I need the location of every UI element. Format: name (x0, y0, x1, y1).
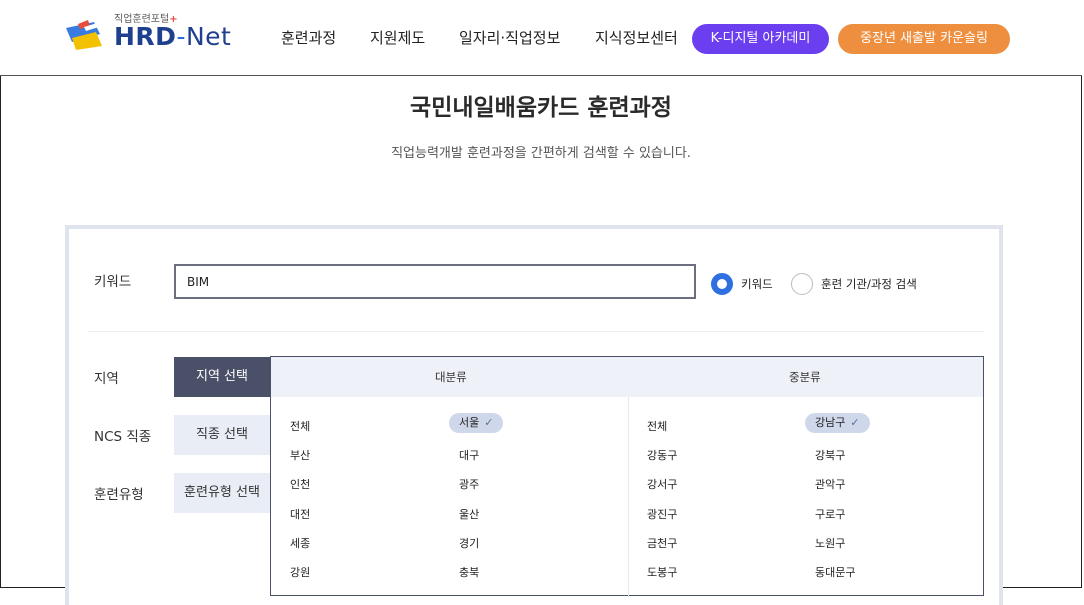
district-option[interactable]: 광진구 (647, 506, 677, 522)
district-option-selected[interactable]: 강남구 ✓ (805, 413, 870, 433)
major-category-header: 대분류 (435, 370, 467, 384)
minor-category-header: 중분류 (789, 370, 821, 384)
district-option[interactable]: 도봉구 (647, 564, 677, 580)
region-option[interactable]: 충북 (459, 564, 479, 580)
region-option[interactable]: 세종 (290, 535, 310, 551)
region-option[interactable]: 울산 (459, 506, 479, 522)
org-course-radio[interactable] (791, 273, 813, 295)
district-option[interactable]: 강동구 (647, 447, 677, 463)
district-option[interactable]: 전체 (647, 418, 667, 434)
district-option[interactable]: 관악구 (815, 476, 845, 492)
keyword-radio-label[interactable]: 키워드 (741, 276, 773, 292)
tab-training-type-select[interactable]: 훈련유형 선택 (174, 473, 270, 513)
district-option[interactable]: 노원구 (815, 535, 845, 551)
page-subtitle: 직업능력개발 훈련과정을 간편하게 검색할 수 있습니다. (391, 146, 691, 161)
district-option[interactable]: 동대문구 (815, 564, 855, 580)
keyword-label: 키워드 (94, 274, 132, 290)
ncs-label: NCS 직종 (94, 429, 152, 445)
page-title: 국민내일배움카드 훈련과정 (410, 95, 672, 121)
region-option[interactable]: 전체 (290, 418, 310, 434)
region-option-selected[interactable]: 서울 ✓ (449, 413, 504, 433)
district-option[interactable]: 강서구 (647, 476, 677, 492)
logo-mark-icon (66, 20, 104, 50)
district-option[interactable]: 강북구 (815, 447, 845, 463)
region-option[interactable]: 대구 (459, 447, 479, 463)
k-digital-academy-button[interactable]: K-디지털 아카데미 (692, 24, 829, 54)
district-option[interactable]: 금천구 (647, 535, 677, 551)
nav-item-job-info[interactable]: 일자리·직업정보 (459, 27, 560, 48)
district-option[interactable]: 구로구 (815, 506, 845, 522)
hrd-net-logo[interactable]: 직업훈련포털+ HRD-Net (64, 8, 234, 56)
region-box-header: 대분류 중분류 (271, 357, 983, 397)
region-option[interactable]: 대전 (290, 506, 310, 522)
region-option[interactable]: 경기 (459, 535, 479, 551)
check-icon: ✓ (850, 416, 860, 429)
column-divider (628, 397, 629, 597)
tab-region-select[interactable]: 지역 선택 (174, 357, 270, 397)
region-select-box: 대분류 중분류 전체 서울 ✓ 부산 대구 인천 광주 대전 울산 세종 경기 강… (270, 356, 984, 597)
region-option[interactable]: 부산 (290, 447, 310, 463)
check-icon: ✓ (484, 416, 494, 429)
logo-wordmark: HRD-Net (114, 22, 232, 51)
region-option[interactable]: 강원 (290, 564, 310, 580)
keyword-input[interactable] (174, 264, 696, 299)
nav-item-knowledge-center[interactable]: 지식정보센터 (595, 27, 678, 48)
org-course-radio-label[interactable]: 훈련 기관/과정 검색 (821, 276, 917, 292)
nav-item-support-system[interactable]: 지원제도 (370, 27, 425, 48)
region-label: 지역 (94, 371, 119, 387)
counseling-button[interactable]: 중장년 새출발 카운슬링 (838, 24, 1010, 54)
region-option[interactable]: 광주 (459, 476, 479, 492)
keyword-radio[interactable] (711, 273, 733, 295)
nav-item-training-courses[interactable]: 훈련과정 (281, 27, 336, 48)
section-divider (88, 331, 984, 332)
tab-ncs-select[interactable]: 직종 선택 (174, 415, 270, 455)
training-type-label: 훈련유형 (94, 487, 144, 503)
top-navigation-bar: 직업훈련포털+ HRD-Net 훈련과정 지원제도 일자리·직업정보 지식정보센… (0, 0, 1082, 76)
region-option[interactable]: 인천 (290, 476, 310, 492)
